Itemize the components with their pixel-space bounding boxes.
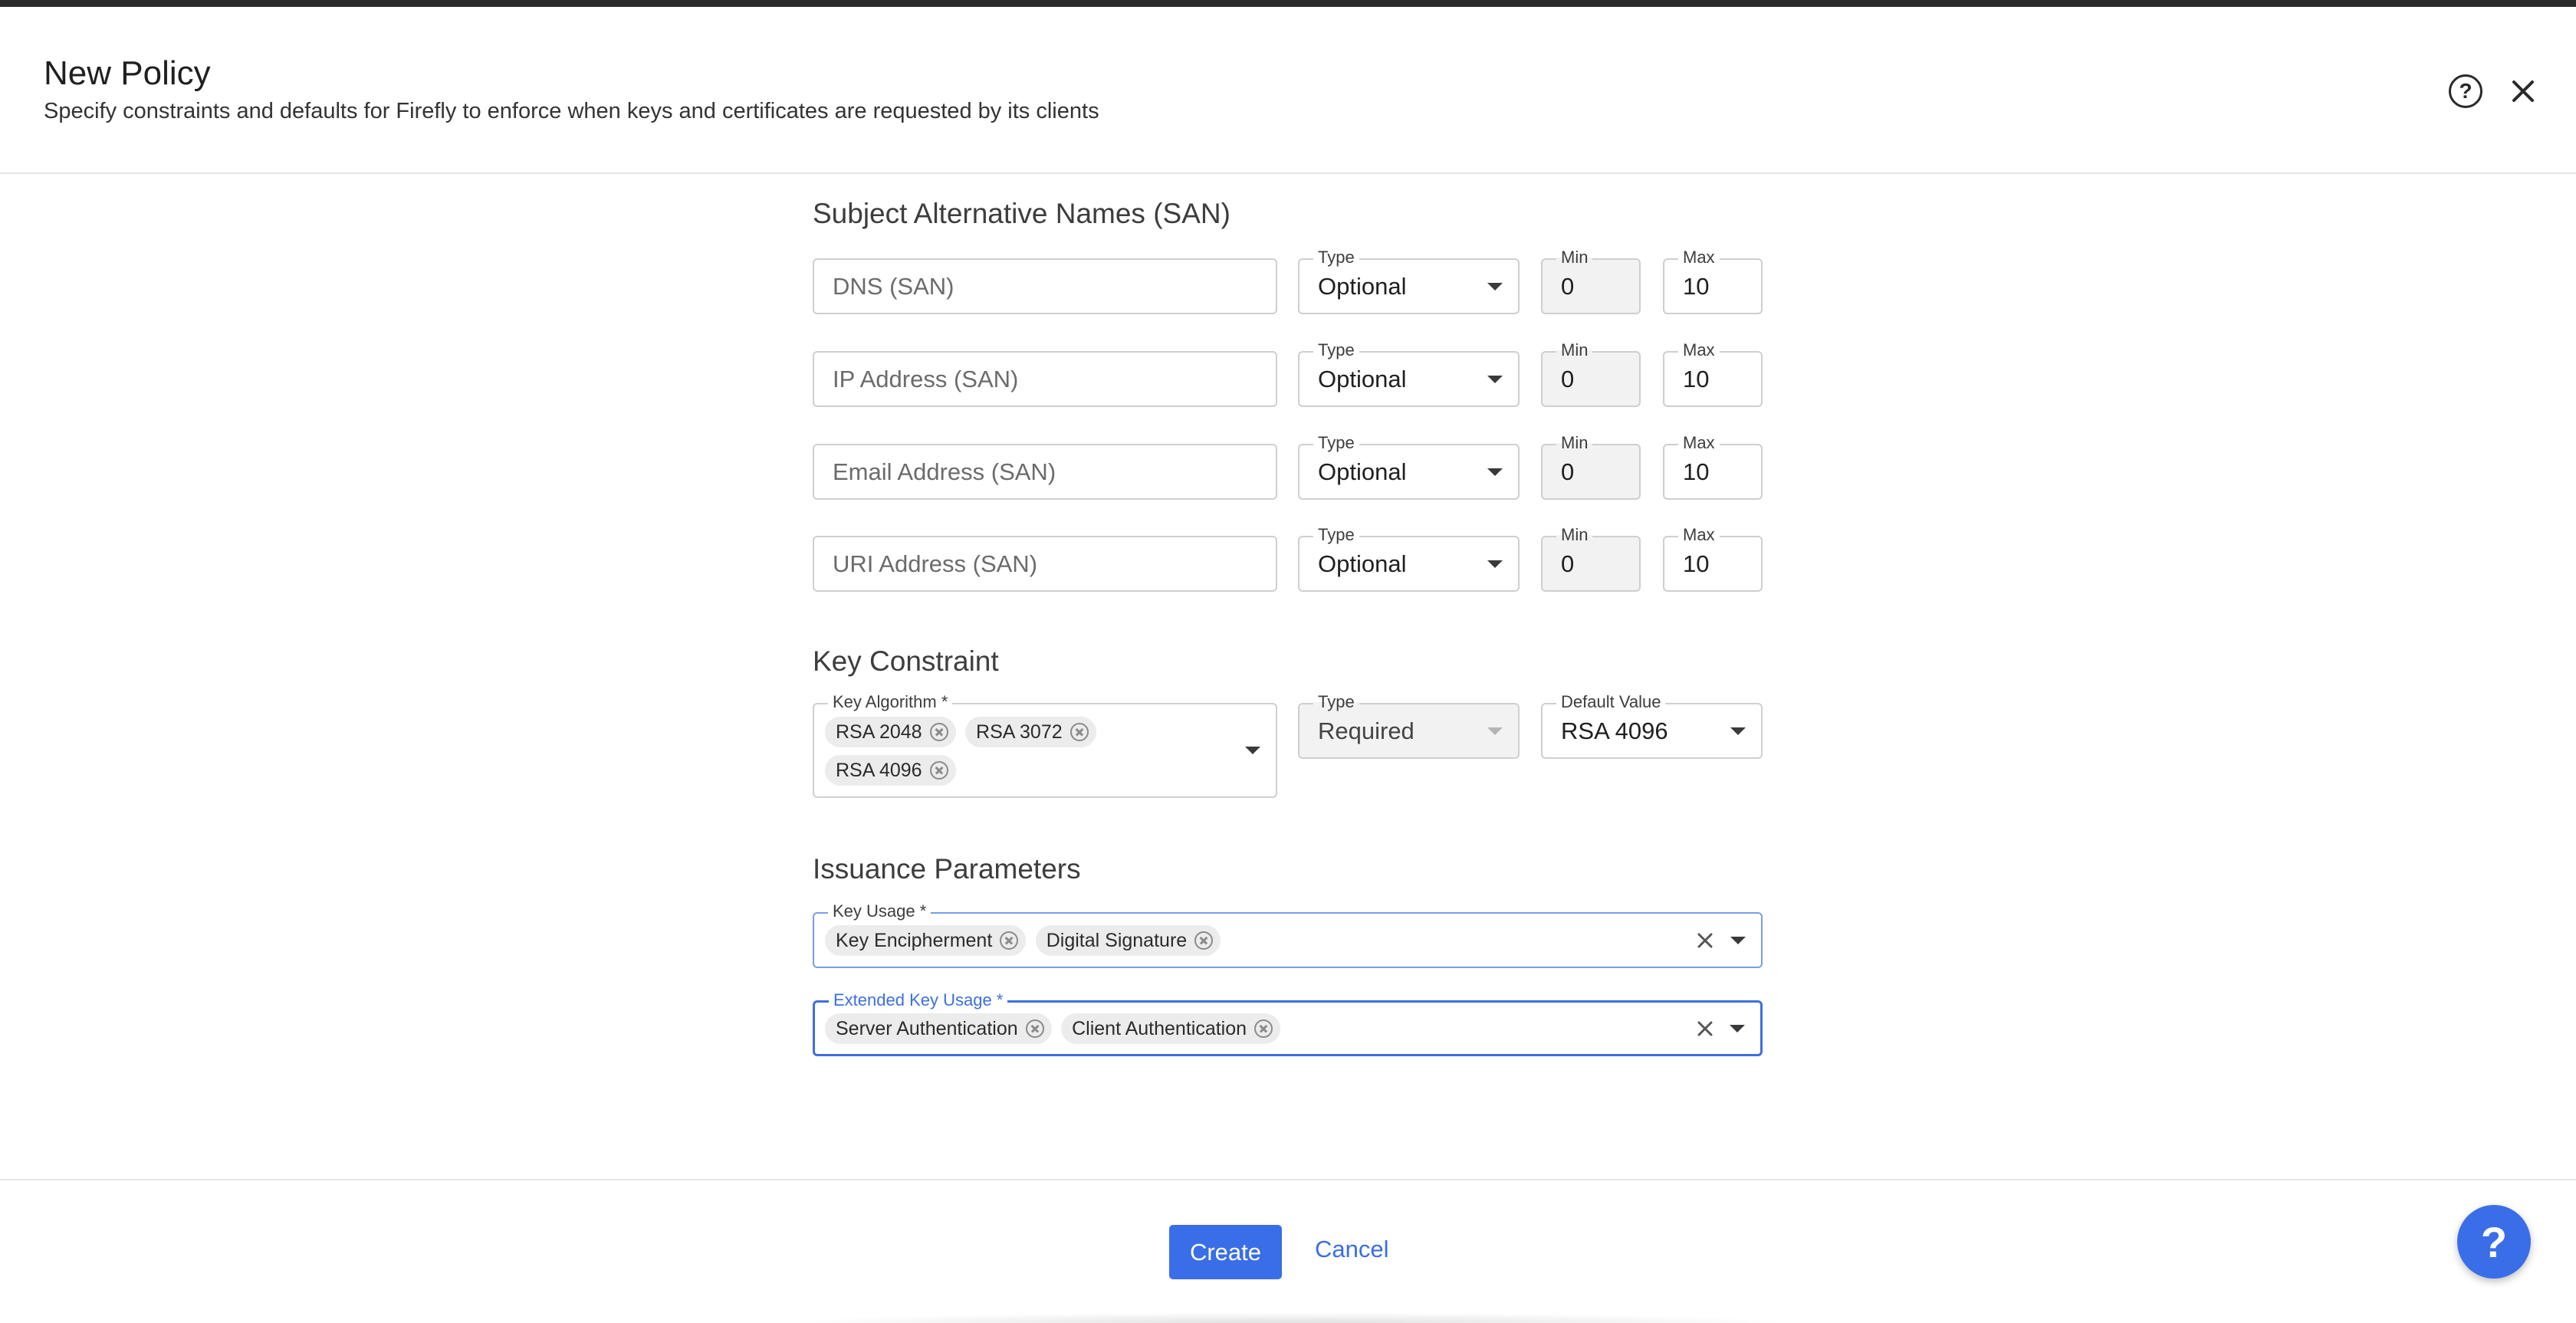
type-value: Optional xyxy=(1318,550,1407,577)
create-button[interactable]: Create xyxy=(1169,1225,1282,1279)
max-value: 10 xyxy=(1683,272,1710,300)
issuance-section-title: Issuance Parameters xyxy=(813,853,1081,885)
remove-chip-icon[interactable] xyxy=(1025,1019,1044,1038)
chip-digital-signature: Digital Signature xyxy=(1035,925,1221,956)
san-section-title: Subject Alternative Names (SAN) xyxy=(813,198,1230,229)
chip-label: Key Encipherment xyxy=(836,929,993,951)
chip-key-encipherment: Key Encipherment xyxy=(825,925,1027,956)
chevron-down-icon xyxy=(1487,727,1503,735)
min-value: 0 xyxy=(1561,365,1575,392)
chip-rsa-2048: RSA 2048 xyxy=(825,717,956,747)
chevron-down-icon xyxy=(1487,375,1503,383)
ip-type-select[interactable]: Type Optional xyxy=(1298,340,1520,407)
min-value: 0 xyxy=(1561,458,1575,485)
max-value: 10 xyxy=(1683,458,1710,485)
close-icon[interactable] xyxy=(2505,73,2542,110)
remove-chip-icon[interactable] xyxy=(929,723,948,741)
chip-server-authentication: Server Authentication xyxy=(825,1013,1052,1044)
uri-type-select[interactable]: Type Optional xyxy=(1298,525,1520,592)
email-max-field[interactable]: Max 10 xyxy=(1663,433,1763,500)
ip-max-field[interactable]: Max 10 xyxy=(1663,340,1763,407)
dialog-header: New Policy Specify constraints and defau… xyxy=(0,7,2576,174)
extended-key-usage-label: Extended Key Usage * xyxy=(829,990,1008,1010)
key-algorithm-select[interactable]: Key Algorithm * RSA 2048 RSA 3072 RSA 40… xyxy=(813,692,1277,798)
default-value: RSA 4096 xyxy=(1561,717,1668,744)
type-value: Optional xyxy=(1318,272,1407,300)
type-value: Required xyxy=(1318,717,1414,744)
chevron-down-icon xyxy=(1730,727,1746,735)
chevron-down-icon xyxy=(1245,747,1260,754)
chip-rsa-3072: RSA 3072 xyxy=(965,717,1096,747)
chevron-down-icon[interactable] xyxy=(1730,1024,1745,1032)
min-value: 0 xyxy=(1561,550,1575,577)
chip-label: RSA 3072 xyxy=(976,721,1063,743)
key-usage-select[interactable]: Key Usage * Key Encipherment Digital Sig… xyxy=(813,901,1763,968)
extended-key-usage-select[interactable]: Extended Key Usage * Server Authenticati… xyxy=(813,990,1763,1056)
page-title: New Policy xyxy=(44,54,211,92)
chevron-down-icon xyxy=(1487,468,1503,476)
dns-max-field[interactable]: Max 10 xyxy=(1663,248,1763,314)
uri-min-field: Min 0 xyxy=(1541,525,1641,592)
ip-min-field: Min 0 xyxy=(1541,340,1641,407)
dns-min-field: Min 0 xyxy=(1541,248,1641,314)
cancel-button[interactable]: Cancel xyxy=(1315,1236,1389,1263)
help-icon[interactable]: ? xyxy=(2449,74,2482,108)
key-constraint-section-title: Key Constraint xyxy=(813,645,999,677)
chip-client-authentication: Client Authentication xyxy=(1061,1013,1281,1044)
window-top-bar xyxy=(0,0,2576,7)
dns-san-input[interactable]: DNS (SAN) xyxy=(813,258,1277,314)
chip-label: Server Authentication xyxy=(836,1017,1018,1039)
bottom-shadow xyxy=(782,1312,1794,1323)
clear-icon[interactable] xyxy=(1694,1017,1717,1040)
clear-icon[interactable] xyxy=(1694,929,1717,952)
email-type-select[interactable]: Type Optional xyxy=(1298,433,1520,500)
remove-chip-icon[interactable] xyxy=(929,761,948,780)
chip-rsa-4096: RSA 4096 xyxy=(825,755,956,786)
max-value: 10 xyxy=(1683,550,1710,577)
remove-chip-icon[interactable] xyxy=(1070,723,1089,741)
email-san-input[interactable]: Email Address (SAN) xyxy=(813,444,1277,500)
remove-chip-icon[interactable] xyxy=(1194,931,1214,950)
chip-label: Client Authentication xyxy=(1072,1017,1247,1039)
dns-type-select[interactable]: Type Optional xyxy=(1298,248,1520,314)
default-value-select[interactable]: Default Value RSA 4096 xyxy=(1541,692,1763,759)
key-type-select: Type Required xyxy=(1298,692,1520,759)
chevron-down-icon xyxy=(1487,282,1503,291)
chip-label: RSA 2048 xyxy=(836,721,922,743)
ip-san-input[interactable]: IP Address (SAN) xyxy=(813,351,1277,407)
remove-chip-icon[interactable] xyxy=(1254,1019,1273,1038)
max-value: 10 xyxy=(1683,365,1710,392)
help-fab-button[interactable]: ? xyxy=(2457,1205,2531,1279)
chip-label: RSA 4096 xyxy=(836,759,922,781)
min-value: 0 xyxy=(1561,272,1575,300)
key-usage-label: Key Usage * xyxy=(828,901,932,921)
type-value: Optional xyxy=(1318,458,1407,485)
chip-label: Digital Signature xyxy=(1046,929,1188,951)
chevron-down-icon xyxy=(1487,560,1503,568)
key-algorithm-label: Key Algorithm * xyxy=(828,692,953,712)
dialog-footer xyxy=(0,1179,2576,1323)
chevron-down-icon[interactable] xyxy=(1730,936,1746,944)
uri-san-input[interactable]: URI Address (SAN) xyxy=(813,536,1277,592)
page-subtitle: Specify constraints and defaults for Fir… xyxy=(44,99,1099,123)
type-value: Optional xyxy=(1318,365,1407,392)
email-min-field: Min 0 xyxy=(1541,433,1641,500)
remove-chip-icon[interactable] xyxy=(1000,931,1019,950)
uri-max-field[interactable]: Max 10 xyxy=(1663,525,1763,592)
